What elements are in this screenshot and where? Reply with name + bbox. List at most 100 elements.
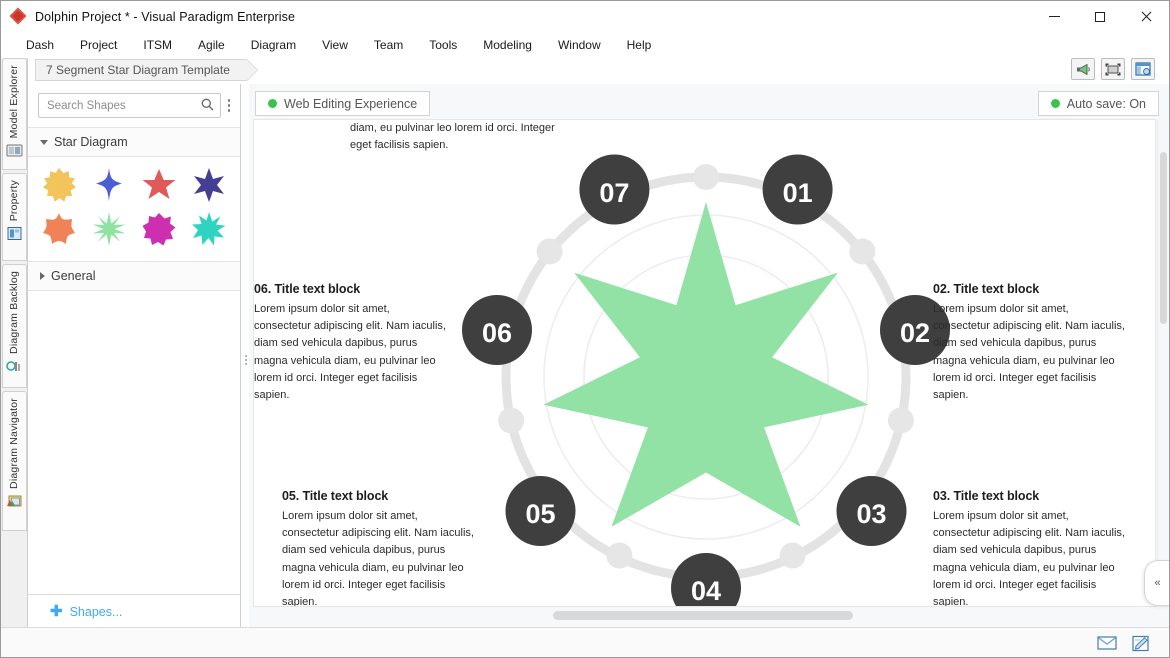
web-editing-badge[interactable]: Web Editing Experience [255, 91, 431, 116]
menu-item-agile[interactable]: Agile [185, 34, 238, 56]
minimize-button[interactable] [1031, 1, 1077, 32]
auto-save-badge[interactable]: Auto save: On [1037, 91, 1159, 116]
shapes-section-star-diagram[interactable]: Star Diagram [28, 127, 240, 157]
document-tab-label: 7 Segment Star Diagram Template [46, 63, 230, 77]
shape-rounded-star-6-point[interactable] [34, 207, 84, 251]
canvas-vertical-scrollbar[interactable] [1157, 120, 1168, 606]
menu-item-help[interactable]: Help [614, 34, 665, 56]
status-bar [1, 627, 1169, 657]
segment-badge-03: 03 [836, 476, 907, 546]
fit-to-screen-icon[interactable] [1101, 58, 1125, 80]
search-shapes-box[interactable] [38, 93, 221, 118]
text-block-body: Lorem ipsum dolor sit amet, consectetur … [933, 303, 1125, 402]
svg-text:01: 01 [783, 178, 813, 208]
chevron-right-icon [40, 272, 45, 280]
shape-burst-star-10-point[interactable] [34, 163, 84, 207]
collapse-panel-button[interactable]: « [1144, 560, 1169, 606]
menu-item-modeling[interactable]: Modeling [470, 34, 545, 56]
panel-splitter-handle[interactable] [242, 353, 249, 367]
shape-sparkle-star-4-point[interactable] [84, 163, 134, 207]
shapes-panel: Star Diagram [28, 84, 241, 628]
segment-badge-05: 05 [505, 476, 576, 546]
tool-rail: Model Explorer Property Diagram Backlog … [1, 58, 28, 628]
shape-thin-star-8-point[interactable] [84, 207, 134, 251]
shape-path [92, 212, 126, 246]
canvas-horizontal-scrollbar[interactable] [253, 611, 1156, 620]
close-button[interactable] [1123, 1, 1169, 32]
menu-item-itsm[interactable]: ITSM [130, 34, 185, 56]
panel-layout-icon[interactable] [1131, 58, 1155, 80]
window-controls [1031, 1, 1169, 32]
menu-item-dash[interactable]: Dash [13, 34, 67, 56]
collapse-chevron-icon: « [1154, 577, 1161, 589]
diagram-canvas[interactable]: diam, eu pulvinar leo lorem id orci. Int… [253, 119, 1156, 607]
menu-item-window[interactable]: Window [545, 34, 614, 56]
shape-classic-star-5-point[interactable] [134, 163, 184, 207]
menu-item-project[interactable]: Project [67, 34, 130, 56]
scrollbar-thumb[interactable] [553, 611, 853, 620]
shape-grid [28, 157, 240, 261]
sidebar-tab-label: Diagram Navigator [8, 398, 20, 489]
menu-item-team[interactable]: Team [361, 34, 416, 56]
editor-toolbar [1071, 58, 1155, 80]
shape-path [192, 212, 226, 246]
svg-text:03: 03 [856, 499, 886, 529]
application-window: Dolphin Project * - Visual Paradigm Ente… [0, 0, 1170, 658]
shape-path [96, 168, 122, 201]
add-shapes-label: Shapes... [69, 604, 123, 619]
editor-banner-row: Web Editing Experience Auto save: On [249, 84, 1169, 119]
chevron-down-icon [40, 139, 48, 145]
model-explorer-icon [6, 143, 23, 158]
diagram-navigator-icon [6, 494, 23, 509]
text-block-02[interactable]: 02. Title text block Lorem ipsum dolor s… [933, 282, 1128, 404]
search-row [28, 84, 240, 127]
sidebar-tab-label: Model Explorer [8, 65, 20, 139]
seven-point-star [543, 202, 869, 527]
text-block-title: 03. Title text block [933, 489, 1040, 503]
sidebar-tab-diagram-backlog[interactable]: Diagram Backlog [1, 264, 27, 388]
search-input[interactable] [47, 99, 201, 112]
segment-badge-04: 04 [671, 553, 741, 606]
text-block-title: 02. Title text block [933, 282, 1040, 296]
segment-badge-01: 01 [762, 154, 833, 225]
shapes-section-general[interactable]: General [28, 261, 240, 291]
document-tab-strip: 7 Segment Star Diagram Template [1, 58, 1169, 84]
sidebar-tab-label: Diagram Backlog [8, 271, 20, 354]
text-block-03[interactable]: 03. Title text block Lorem ipsum dolor s… [933, 489, 1128, 607]
shape-path [142, 213, 176, 246]
sidebar-tab-model-explorer[interactable]: Model Explorer [1, 58, 27, 170]
sidebar-tab-label: Property [8, 180, 20, 222]
diagram-editor: Web Editing Experience Auto save: On dia… [249, 84, 1169, 628]
kebab-menu-icon[interactable] [226, 99, 232, 112]
status-dot-icon [268, 99, 277, 108]
text-block-title: 05. Title text block [282, 489, 389, 503]
menu-item-tools[interactable]: Tools [416, 34, 470, 56]
text-block-body: Lorem ipsum dolor sit amet, consectetur … [933, 510, 1125, 607]
shapes-section-label: General [51, 269, 96, 283]
shape-star-8-point-teal[interactable] [184, 207, 234, 251]
search-icon[interactable] [201, 98, 214, 114]
shape-star-8-point[interactable] [134, 207, 184, 251]
sidebar-tab-property[interactable]: Property [1, 173, 27, 261]
shape-star-6-point[interactable] [184, 163, 234, 207]
property-icon [6, 226, 23, 241]
note-edit-icon[interactable] [1131, 635, 1151, 651]
svg-text:06: 06 [482, 318, 512, 348]
text-block-body: Lorem ipsum dolor sit amet, consectetur … [254, 303, 446, 402]
maximize-button[interactable] [1077, 1, 1123, 32]
announcement-icon[interactable] [1071, 58, 1095, 80]
add-shapes-button[interactable]: ✚ Shapes... [28, 594, 240, 628]
menu-item-view[interactable]: View [309, 34, 361, 56]
title-bar: Dolphin Project * - Visual Paradigm Ente… [1, 1, 1169, 32]
svg-text:02: 02 [900, 318, 930, 348]
text-block-05[interactable]: 05. Title text block Lorem ipsum dolor s… [282, 489, 477, 606]
web-editing-label: Web Editing Experience [284, 96, 418, 111]
menu-item-diagram[interactable]: Diagram [238, 34, 309, 56]
shapes-section-label: Star Diagram [54, 135, 128, 149]
text-block-06[interactable]: 06. Title text block Lorem ipsum dolor s… [254, 282, 449, 404]
document-tab[interactable]: 7 Segment Star Diagram Template [35, 59, 247, 81]
mail-icon[interactable] [1097, 635, 1117, 651]
shape-path [194, 168, 224, 202]
scrollbar-thumb[interactable] [1160, 152, 1167, 324]
sidebar-tab-diagram-navigator[interactable]: Diagram Navigator [1, 391, 27, 531]
